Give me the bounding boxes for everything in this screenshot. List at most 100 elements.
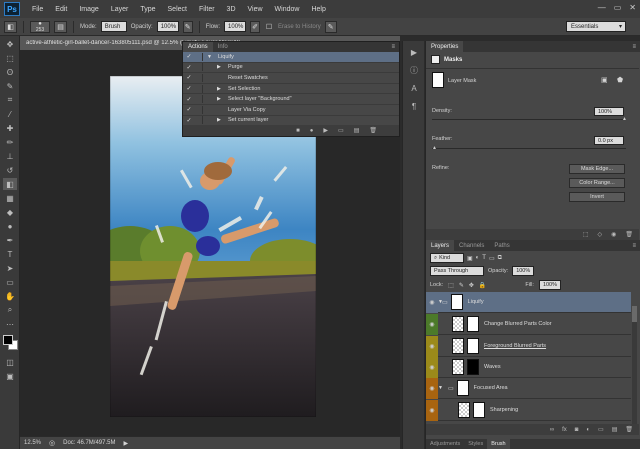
panel-menu-icon[interactable]: ≡ xyxy=(632,44,640,50)
brush-panel-icon[interactable]: ▤ xyxy=(54,20,67,33)
blur-tool-icon[interactable]: ◆ xyxy=(3,206,17,218)
layer-row[interactable]: ◉ Change Blurred Parts Color xyxy=(426,313,631,335)
toggle-check-icon[interactable]: ✓ xyxy=(183,74,195,81)
invert-button[interactable]: Invert xyxy=(569,192,625,202)
tab-channels[interactable]: Channels xyxy=(454,240,489,251)
density-slider-handle[interactable]: ▲ xyxy=(622,116,627,122)
new-layer-icon[interactable]: ▤ xyxy=(612,426,618,433)
toggle-check-icon[interactable]: ✓ xyxy=(183,117,195,124)
minimize-icon[interactable]: — xyxy=(598,3,606,12)
dialog-toggle[interactable] xyxy=(195,52,203,61)
feather-slider[interactable] xyxy=(432,148,626,149)
record-icon[interactable]: ● xyxy=(310,128,314,134)
info-icon[interactable]: ◎ xyxy=(49,439,55,447)
tab-paths[interactable]: Paths xyxy=(489,240,514,251)
lock-transparency-icon[interactable]: ⬚ xyxy=(448,282,454,289)
tab-properties[interactable]: Properties xyxy=(426,41,464,52)
eraser-tool-icon[interactable]: ◧ xyxy=(3,178,17,190)
action-item[interactable]: ✓ ▶ Purge xyxy=(183,63,399,74)
tab-adjustments[interactable]: Adjustments xyxy=(426,439,464,449)
lock-position-icon[interactable]: ✥ xyxy=(469,282,474,289)
eraser-tool-preset-icon[interactable]: ◧ xyxy=(4,20,17,33)
panel-menu-icon[interactable]: ≡ xyxy=(632,243,640,249)
opacity-pressure-icon[interactable]: ✎ xyxy=(182,20,193,33)
visibility-eye-icon[interactable]: ◉ xyxy=(426,313,438,335)
load-selection-icon[interactable]: ⬚ xyxy=(583,231,589,238)
layer-mask-thumbnail[interactable] xyxy=(456,380,469,396)
link-layers-icon[interactable]: ∞ xyxy=(550,427,554,433)
action-item[interactable]: ✓ ▶ Select layer "Background" xyxy=(183,94,399,105)
menu-type[interactable]: Type xyxy=(134,6,161,13)
color-range-button[interactable]: Color Range... xyxy=(569,178,625,188)
toggle-check-icon[interactable]: ✓ xyxy=(183,53,195,60)
lock-all-icon[interactable]: 🔒 xyxy=(479,282,486,289)
expand-arrow-icon[interactable]: ▼ xyxy=(207,54,215,60)
hand-tool-icon[interactable]: ✋ xyxy=(3,290,17,302)
opacity-input[interactable]: 100% xyxy=(156,21,179,32)
toggle-check-icon[interactable]: ✓ xyxy=(183,64,195,71)
chevron-right-icon[interactable]: ▶ xyxy=(123,440,128,447)
move-tool-icon[interactable]: ✥ xyxy=(3,38,17,50)
visibility-eye-icon[interactable]: ◉ xyxy=(426,291,438,313)
layer-mask-thumbnail[interactable] xyxy=(473,402,485,418)
blend-mode-select[interactable]: Pass Through xyxy=(430,266,484,276)
toggle-check-icon[interactable]: ✓ xyxy=(183,85,195,92)
expand-arrow-icon[interactable]: ▶ xyxy=(217,86,225,92)
visibility-eye-icon[interactable]: ◉ xyxy=(426,377,438,399)
menu-edit[interactable]: Edit xyxy=(49,6,73,13)
action-item[interactable]: ✓ Layer Via Copy xyxy=(183,105,399,116)
layer-style-icon[interactable]: fx xyxy=(562,427,567,433)
erase-history-checkbox[interactable]: ☐ xyxy=(264,20,275,33)
lock-pixels-icon[interactable]: ✎ xyxy=(459,282,464,289)
info-icon[interactable]: ⓘ xyxy=(407,63,421,77)
filter-smart-icon[interactable]: ⧉ xyxy=(498,255,502,262)
layer-row[interactable]: ◉ ▼ ▭ Focused Area xyxy=(426,377,631,399)
visibility-eye-icon[interactable]: ◉ xyxy=(426,399,438,421)
dodge-tool-icon[interactable]: ● xyxy=(3,220,17,232)
layer-filter-kind[interactable]: ⌕ Kind xyxy=(430,253,464,263)
close-icon[interactable]: ✕ xyxy=(629,3,636,12)
mask-edge-button[interactable]: Mask Edge... xyxy=(569,164,625,174)
zoom-tool-icon[interactable]: ⌕ xyxy=(3,304,17,316)
trash-icon[interactable]: 🗑 xyxy=(625,426,633,433)
trash-icon[interactable]: 🗑 xyxy=(625,231,633,238)
layer-row[interactable]: ◉ ▼ ▭ Liquify xyxy=(426,291,631,313)
visibility-eye-icon[interactable]: ◉ xyxy=(426,335,438,357)
tab-info[interactable]: Info xyxy=(213,42,233,52)
action-item[interactable]: ✓ ▶ Set Selection xyxy=(183,84,399,95)
menu-3d[interactable]: 3D xyxy=(221,6,242,13)
play-icon[interactable]: ▶ xyxy=(407,45,421,59)
healing-brush-tool-icon[interactable]: ✚ xyxy=(3,122,17,134)
maximize-icon[interactable]: ▭ xyxy=(614,3,622,12)
quick-select-tool-icon[interactable]: ✎ xyxy=(3,80,17,92)
action-item[interactable]: ✓ Reset Swatches xyxy=(183,73,399,84)
new-set-icon[interactable]: ▭ xyxy=(338,127,344,134)
more-tools-icon[interactable]: ⋯ xyxy=(3,318,17,330)
menu-window[interactable]: Window xyxy=(269,6,306,13)
zoom-level[interactable]: 12.5% xyxy=(24,440,41,446)
type-tool-icon[interactable]: T xyxy=(3,248,17,260)
play-icon[interactable]: ▶ xyxy=(323,127,328,134)
layer-row[interactable]: ◉ Sharpening xyxy=(426,399,631,421)
expand-arrow-icon[interactable]: ▶ xyxy=(217,64,225,70)
apply-mask-icon[interactable]: ◇ xyxy=(598,231,603,238)
pressure-size-icon[interactable]: ✎ xyxy=(324,20,337,33)
trash-icon[interactable]: 🗑 xyxy=(369,127,377,134)
menu-image[interactable]: Image xyxy=(73,6,104,13)
layer-mask-thumbnail[interactable] xyxy=(467,338,479,354)
layer-mask-thumbnail[interactable] xyxy=(450,294,463,310)
feather-slider-handle[interactable]: ▲ xyxy=(432,145,437,151)
doc-size[interactable]: Doc: 46.7M/497.5M xyxy=(63,440,115,446)
filter-pixel-icon[interactable]: ▣ xyxy=(467,255,473,262)
layer-row[interactable]: ◉ Foreground Blurred Parts xyxy=(426,335,631,357)
color-swatches[interactable] xyxy=(0,334,20,354)
tab-styles[interactable]: Styles xyxy=(464,439,487,449)
menu-file[interactable]: File xyxy=(26,6,49,13)
tab-layers[interactable]: Layers xyxy=(426,240,455,251)
brush-preset-picker[interactable]: ● 253 xyxy=(30,20,50,33)
paragraph-icon[interactable]: ¶ xyxy=(407,99,421,113)
new-group-icon[interactable]: ▭ xyxy=(598,426,604,433)
density-input[interactable]: 100% xyxy=(594,107,624,116)
tab-actions[interactable]: Actions xyxy=(183,42,213,52)
adjustment-layer-icon[interactable]: ◐ xyxy=(586,427,590,433)
